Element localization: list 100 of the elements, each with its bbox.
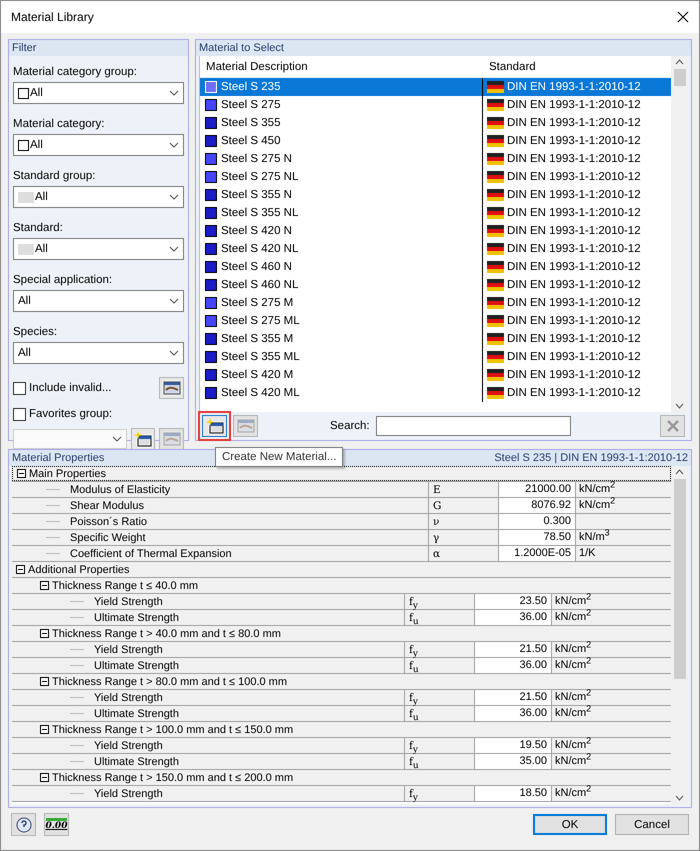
group-label: Thickness Range t > 100.0 mm and t ≤ 150.0 mm — [52, 724, 294, 736]
material-row[interactable]: Steel S 235 DIN EN 1993-1-1:2010-12 — [200, 78, 671, 96]
column-header[interactable]: Standard — [483, 60, 663, 72]
chevron-down-icon — [169, 194, 179, 200]
collapse-icon[interactable] — [17, 469, 26, 478]
property-value: 36.00 — [475, 658, 552, 673]
group-row[interactable]: Thickness Range t > 80.0 mm and t ≤ 100.0 mm — [12, 674, 671, 689]
collapse-icon[interactable] — [16, 565, 25, 574]
field-label: Standard: — [13, 222, 64, 234]
property-name: Modulus of Elasticity — [70, 484, 170, 496]
scrollbar-thumb[interactable] — [674, 69, 686, 86]
scroll-up-icon[interactable] — [675, 469, 684, 475]
material-name: Steel S 355 M — [221, 333, 294, 345]
standard-name: DIN EN 1993-1-1:2010-12 — [507, 189, 641, 201]
collapse-icon[interactable] — [40, 629, 49, 638]
scroll-down-icon[interactable] — [675, 403, 684, 409]
standard-name: DIN EN 1993-1-1:2010-12 — [507, 297, 641, 309]
group-row[interactable]: Thickness Range t > 150.0 mm and t ≤ 200.0 mm — [12, 770, 671, 785]
collapse-icon[interactable] — [40, 725, 49, 734]
scrollbar-thumb[interactable] — [674, 479, 686, 679]
help-button[interactable] — [11, 813, 36, 836]
new-window-icon — [134, 431, 152, 447]
import-button[interactable] — [159, 377, 184, 399]
property-name: Ultimate Strength — [94, 756, 179, 768]
flag-icon — [487, 225, 504, 237]
standard-name: DIN EN 1993-1-1:2010-12 — [507, 171, 641, 183]
property-name: Ultimate Strength — [94, 660, 179, 672]
flag-icon — [487, 171, 504, 183]
ok-button[interactable]: OK — [533, 814, 607, 835]
property-name: Poisson´s Ratio — [70, 516, 148, 528]
material-name: Steel S 275 M — [221, 297, 294, 309]
property-value: 23.50 — [475, 594, 552, 609]
dropdown[interactable]: All — [13, 238, 184, 260]
property-symbol: f$_{y}$ — [409, 692, 418, 704]
flag-icon — [487, 351, 504, 363]
dropdown[interactable]: All — [13, 134, 184, 156]
square-icon — [18, 88, 29, 98]
standard-name: DIN EN 1993-1-1:2010-12 — [507, 153, 641, 165]
property-value: 18.50 — [475, 786, 552, 801]
scroll-down-icon[interactable] — [675, 795, 684, 801]
property-unit: kN/cm$^{2}$ — [555, 707, 592, 719]
chevron-down-icon — [169, 298, 179, 304]
material-name: Steel S 355 — [221, 117, 280, 129]
property-unit: kN/cm$^{2}$ — [555, 691, 592, 703]
material-name: Steel S 275 ML — [221, 315, 300, 327]
panel-title: Filter — [12, 41, 36, 56]
scroll-up-icon[interactable] — [675, 59, 684, 65]
field-label: Special application: — [13, 274, 114, 286]
material-name: Steel S 420 NL — [221, 243, 298, 255]
group-label: Thickness Range t > 80.0 mm and t ≤ 100.0 mm — [52, 676, 288, 688]
property-value: 19.50 — [475, 738, 552, 753]
group-row[interactable]: Additional Properties — [12, 562, 671, 577]
field-label: Material category: — [13, 118, 106, 130]
flag-icon — [487, 243, 504, 255]
units-button[interactable]: 0.00 — [44, 813, 69, 836]
standard-name: DIN EN 1993-1-1:2010-12 — [507, 207, 641, 219]
dropdown[interactable]: All — [13, 82, 184, 104]
dropdown[interactable]: All — [13, 186, 184, 208]
group-row[interactable]: Thickness Range t > 100.0 mm and t ≤ 150.0 mm — [12, 722, 671, 737]
property-name: Yield Strength — [94, 692, 163, 704]
panel-title: Material Properties — [12, 451, 104, 466]
property-name: Ultimate Strength — [94, 612, 179, 624]
standard-name: DIN EN 1993-1-1:2010-12 — [507, 135, 641, 147]
material-name: Steel S 460 N — [221, 261, 292, 273]
collapse-icon[interactable] — [40, 581, 49, 590]
scrollbar[interactable] — [671, 56, 688, 412]
group-label: Thickness Range t ≤ 40.0 mm — [52, 580, 198, 592]
cancel-button[interactable]: Cancel — [615, 814, 689, 835]
column-header[interactable]: Material Description — [200, 60, 483, 72]
property-value: 36.00 — [475, 610, 552, 625]
collapse-icon[interactable] — [40, 677, 49, 686]
material-name: Steel S 235 — [221, 81, 280, 93]
flag-icon — [487, 189, 504, 201]
property-symbol: f$_{y}$ — [409, 644, 418, 656]
property-symbol: f$_{u}$ — [409, 660, 419, 672]
cross-icon — [666, 419, 680, 433]
new-window-icon — [206, 418, 224, 434]
group-row[interactable]: Thickness Range t > 40.0 mm and t ≤ 80.0 mm — [12, 626, 671, 641]
property-name: Shear Modulus — [70, 500, 144, 512]
scrollbar[interactable] — [671, 466, 688, 804]
property-value: 35.00 — [475, 754, 552, 769]
standard-name: DIN EN 1993-1-1:2010-12 — [507, 333, 641, 345]
group-row[interactable]: Thickness Range t ≤ 40.0 mm — [12, 578, 671, 593]
close-icon[interactable] — [677, 11, 689, 23]
property-symbol: f$_{y}$ — [409, 596, 418, 608]
collapse-icon[interactable] — [40, 773, 49, 782]
property-unit: kN/m$^{3}$ — [579, 531, 610, 543]
new-favorites-button[interactable] — [130, 428, 156, 450]
property-symbol: E — [433, 484, 441, 496]
property-name: Specific Weight — [70, 532, 146, 544]
include-invalid-checkbox[interactable]: Include invalid... — [13, 382, 112, 394]
search-label: Search: — [330, 420, 370, 432]
swatch-icon — [18, 244, 34, 254]
dropdown[interactable]: All — [13, 290, 184, 312]
property-name: Ultimate Strength — [94, 708, 179, 720]
search-field[interactable] — [376, 416, 571, 436]
property-symbol: f$_{u}$ — [409, 612, 419, 624]
dropdown[interactable]: All — [13, 342, 184, 364]
standard-name: DIN EN 1993-1-1:2010-12 — [507, 243, 641, 255]
favorites-checkbox[interactable]: Favorites group: — [13, 408, 112, 420]
